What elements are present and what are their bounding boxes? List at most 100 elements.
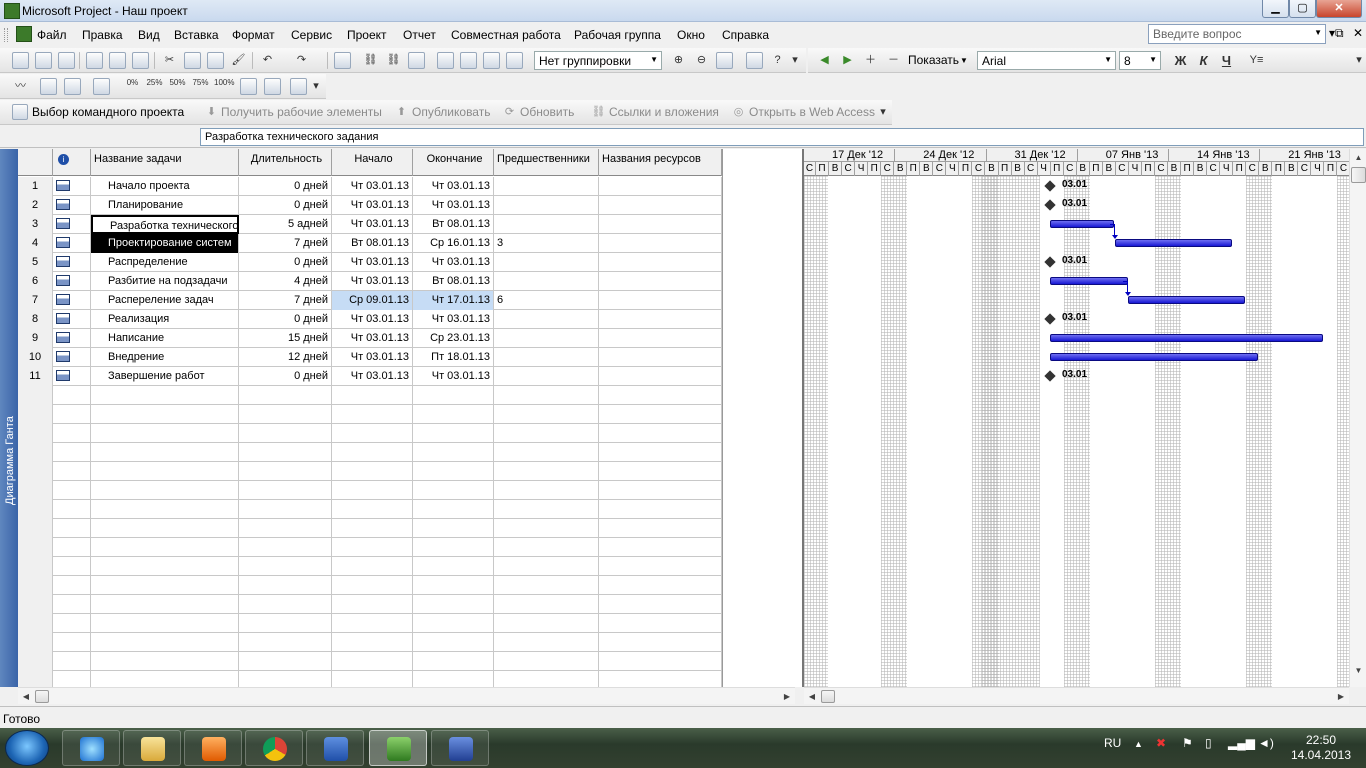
- paste-icon[interactable]: [207, 52, 224, 69]
- finish-cell[interactable]: [413, 671, 494, 687]
- get-work-items-button[interactable]: Получить рабочие элементы: [221, 105, 382, 119]
- duration-cell[interactable]: [239, 462, 332, 481]
- menu-edit[interactable]: Правка: [82, 28, 123, 42]
- table-row[interactable]: 6 Разбитие на подзадачи 4 дней Чт 03.01.13 В…: [18, 272, 722, 291]
- predecessors-cell[interactable]: [494, 443, 599, 462]
- indicator-cell[interactable]: [53, 348, 91, 367]
- predecessors-cell[interactable]: [494, 367, 599, 386]
- font-select[interactable]: Arial ▼: [977, 51, 1116, 70]
- resources-cell[interactable]: [599, 519, 722, 538]
- row-id-cell[interactable]: [18, 652, 53, 671]
- flag-icon[interactable]: ⚑: [1182, 736, 1193, 750]
- chevron-down-icon[interactable]: ▼: [1149, 55, 1157, 64]
- scroll-down-icon[interactable]: ▼: [1351, 663, 1366, 678]
- duration-cell[interactable]: 7 дней: [239, 234, 332, 253]
- publish-all-icon[interactable]: [506, 52, 523, 69]
- resources-cell[interactable]: [599, 443, 722, 462]
- percent-25-button[interactable]: 25%: [146, 78, 163, 95]
- resources-cell[interactable]: [599, 633, 722, 652]
- row-id-cell[interactable]: [18, 386, 53, 405]
- doc-restore-icon[interactable]: ▾⧉: [1329, 26, 1344, 41]
- table-row[interactable]: 3 Разработка технического 5 адней Чт 03.01.…: [18, 215, 722, 234]
- arrow-left-icon[interactable]: ◀: [816, 52, 833, 69]
- go-to-task-icon[interactable]: [716, 52, 733, 69]
- redo-icon[interactable]: ↷: [293, 52, 310, 69]
- indicator-cell[interactable]: [53, 462, 91, 481]
- start-cell[interactable]: Чт 03.01.13: [332, 253, 413, 272]
- minimize-button[interactable]: ▁: [1262, 0, 1289, 18]
- start-cell[interactable]: Чт 03.01.13: [332, 215, 413, 234]
- table-row[interactable]: [18, 519, 722, 538]
- predecessors-cell[interactable]: [494, 177, 599, 196]
- close-button[interactable]: ✕: [1316, 0, 1362, 18]
- show-hidden-icons-icon[interactable]: ▲: [1134, 739, 1143, 749]
- show-menu[interactable]: Показать: [908, 53, 959, 67]
- row-id-cell[interactable]: 9: [18, 329, 53, 348]
- show-subtasks-icon[interactable]: ＋: [862, 52, 879, 69]
- menu-format[interactable]: Формат: [232, 28, 275, 42]
- task-bar[interactable]: [1128, 296, 1245, 304]
- new-icon[interactable]: [12, 52, 29, 69]
- indicator-cell[interactable]: [53, 595, 91, 614]
- start-cell[interactable]: Чт 03.01.13: [332, 367, 413, 386]
- doc-close-icon[interactable]: ✕: [1353, 26, 1363, 40]
- task-name-cell[interactable]: Реализация: [91, 310, 239, 329]
- grouping-select[interactable]: Нет группировки ▼: [534, 51, 662, 70]
- start-button[interactable]: [5, 730, 49, 766]
- milestone-diamond[interactable]: [1044, 370, 1056, 382]
- start-cell[interactable]: [332, 519, 413, 538]
- duration-cell[interactable]: [239, 443, 332, 462]
- start-cell[interactable]: Чт 03.01.13: [332, 177, 413, 196]
- zoom-in-icon[interactable]: ⊕: [670, 52, 687, 69]
- indicator-cell[interactable]: [53, 652, 91, 671]
- table-row[interactable]: 1 Начало проекта 0 дней Чт 03.01.13 Чт 03.01…: [18, 177, 722, 196]
- predecessors-cell[interactable]: [494, 633, 599, 652]
- signal-icon[interactable]: ▂▄▆: [1228, 736, 1255, 750]
- toolbar-grip[interactable]: [4, 28, 8, 42]
- chevron-down-icon[interactable]: ▼: [960, 56, 968, 65]
- indicator-cell[interactable]: [53, 614, 91, 633]
- duration-cell[interactable]: [239, 614, 332, 633]
- unlink-tasks-icon[interactable]: ⛓: [385, 52, 402, 69]
- copy-icon[interactable]: [184, 52, 201, 69]
- task-name-cell[interactable]: [91, 538, 239, 557]
- finish-cell[interactable]: Чт 03.01.13: [413, 253, 494, 272]
- device-icon[interactable]: ▯: [1205, 736, 1212, 750]
- menu-project[interactable]: Проект: [347, 28, 387, 42]
- predecessors-cell[interactable]: [494, 253, 599, 272]
- resources-cell[interactable]: [599, 367, 722, 386]
- finish-cell[interactable]: Чт 03.01.13: [413, 196, 494, 215]
- resources-cell[interactable]: [599, 253, 722, 272]
- duration-cell[interactable]: 0 дней: [239, 310, 332, 329]
- resources-cell[interactable]: [599, 500, 722, 519]
- task-name-cell[interactable]: [91, 386, 239, 405]
- resources-cell[interactable]: [599, 671, 722, 687]
- row-id-cell[interactable]: 6: [18, 272, 53, 291]
- finish-cell[interactable]: [413, 462, 494, 481]
- finish-cell[interactable]: [413, 481, 494, 500]
- scroll-thumb[interactable]: [1351, 167, 1366, 183]
- indicator-cell[interactable]: [53, 310, 91, 329]
- indicator-cell[interactable]: [53, 329, 91, 348]
- links-attachments-button[interactable]: Ссылки и вложения: [609, 105, 719, 119]
- toolbar-options-icon[interactable]: ▾: [311, 78, 321, 95]
- bold-button[interactable]: Ж: [1172, 52, 1189, 69]
- predecessors-cell[interactable]: [494, 595, 599, 614]
- row-id-cell[interactable]: [18, 614, 53, 633]
- row-id-cell[interactable]: [18, 405, 53, 424]
- row-id-cell[interactable]: [18, 481, 53, 500]
- duration-cell[interactable]: [239, 557, 332, 576]
- duration-cell[interactable]: [239, 633, 332, 652]
- start-cell[interactable]: Чт 03.01.13: [332, 272, 413, 291]
- finish-cell[interactable]: Вт 08.01.13: [413, 215, 494, 234]
- task-name-cell[interactable]: [91, 576, 239, 595]
- resources-cell[interactable]: [599, 310, 722, 329]
- resources-cell[interactable]: [599, 329, 722, 348]
- duration-cell[interactable]: 4 дней: [239, 272, 332, 291]
- predecessors-cell[interactable]: [494, 500, 599, 519]
- task-bar[interactable]: [1115, 239, 1232, 247]
- indicator-cell[interactable]: [53, 405, 91, 424]
- resources-cell[interactable]: [599, 614, 722, 633]
- row-id-cell[interactable]: [18, 576, 53, 595]
- refresh-button[interactable]: Обновить: [520, 105, 574, 119]
